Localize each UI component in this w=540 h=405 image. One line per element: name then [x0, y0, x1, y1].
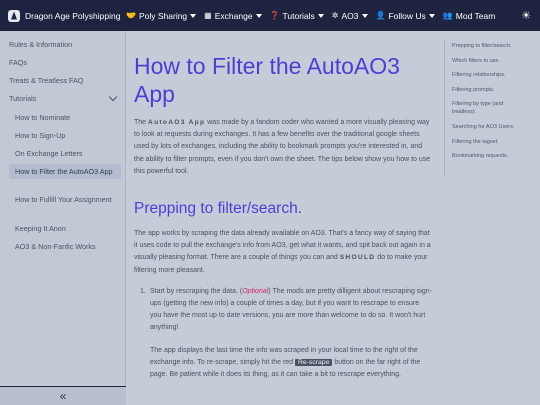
top-navbar: Dragon Age Polyshipping 🤝 Poly Sharing ▦ Ex…: [0, 0, 540, 31]
sidebar-item-non-fanfic[interactable]: AO3 & Non-Fanfic Works: [0, 242, 126, 251]
collapse-sidebar-button[interactable]: «: [0, 386, 126, 405]
nav-item-tutorials[interactable]: ❓ Tutorials: [266, 11, 328, 21]
sidebar-item-exchange-letters[interactable]: On Exchange Letters: [0, 149, 126, 158]
user-plus-icon: 👤: [375, 11, 386, 20]
caret-down-icon: [317, 13, 324, 18]
rescrape-button-label: Re-scrape: [295, 358, 333, 366]
sidebar-item-keeping-anon[interactable]: Keeping It Anon: [0, 224, 126, 233]
sidebar-item-rules[interactable]: Rules & Information: [0, 40, 126, 49]
sidebar-item-nominate[interactable]: How to Nominate: [0, 113, 126, 122]
sidebar-item-filter-autoao3[interactable]: How to Filter the AutoAO3 App: [9, 164, 121, 179]
caret-down-icon: [190, 13, 197, 18]
sidebar-item-treats-faq[interactable]: Treats & Treatless FAQ: [0, 76, 126, 85]
handshake-icon: 🤝: [126, 11, 136, 20]
nav-label: Tutorials: [282, 10, 315, 21]
toc-link[interactable]: Which filters to use.: [444, 57, 524, 65]
main-content: How to Filter the AutoAO3 App The AutoAO…: [126, 31, 444, 405]
section-heading: Prepping to filter/search.: [134, 200, 303, 218]
nav-label: Mod Team: [455, 10, 496, 21]
list-item: 1. Start by rescraping the data. (Option…: [134, 286, 432, 381]
toc-link[interactable]: Filtering by type (and treatless).: [444, 100, 524, 116]
main-nav: 🤝 Poly Sharing ▦ Exchange ❓ Tutorials ✲ AO3 👤 Fol…: [122, 11, 499, 21]
rescrape-paragraph: The app displays the last time the info …: [150, 346, 421, 379]
intro-paragraph: The AutoAO3 App was made by a fandom cod…: [134, 119, 431, 175]
sidebar-item-label: Tutorials: [9, 94, 37, 103]
toc-link[interactable]: Bookmarking requests.: [444, 152, 524, 160]
list-number: 1.: [140, 287, 146, 295]
sidebar-item-tutorials[interactable]: Tutorials: [0, 92, 126, 103]
nav-label: AO3: [341, 10, 359, 21]
table-of-contents: Prepping to filter/search. Which filters …: [444, 31, 540, 405]
nav-label: Exchange: [214, 10, 253, 21]
dragon-logo-icon: [8, 9, 20, 22]
sidebar: Rules & Information FAQs Treats & Treatl…: [0, 31, 126, 405]
toc-link[interactable]: Filtering prompts.: [444, 86, 524, 94]
sidebar-item-fulfill-assignment[interactable]: How to Fulfill Your Assignment: [0, 195, 126, 204]
ao3-icon: ✲: [331, 11, 339, 20]
brand-link[interactable]: Dragon Age Polyshipping: [0, 9, 122, 22]
sun-icon[interactable]: ☀: [521, 9, 531, 22]
sidebar-item-sign-up[interactable]: How to Sign-Up: [0, 131, 126, 140]
nav-item-ao3[interactable]: ✲ AO3: [328, 11, 372, 21]
toc-link[interactable]: Filtering the tagset.: [444, 138, 524, 146]
optional-label: Optional: [242, 287, 269, 295]
toc-divider: [444, 40, 445, 175]
nav-label: Poly Sharing: [138, 10, 188, 21]
sidebar-item-faqs[interactable]: FAQs: [0, 58, 126, 67]
nav-label: Follow Us: [388, 10, 426, 21]
toc-link[interactable]: Filtering relationships.: [444, 71, 524, 79]
caret-down-icon: [361, 13, 368, 18]
caret-down-icon: [255, 13, 262, 18]
caret-down-icon: [428, 13, 435, 18]
section-paragraph: The app works by scraping the data alrea…: [134, 230, 431, 274]
question-icon: ❓: [269, 11, 280, 20]
toc-link[interactable]: Prepping to filter/search.: [444, 42, 524, 50]
toc-link[interactable]: Searching for AO3 Users.: [444, 123, 524, 131]
nav-item-exchange[interactable]: ▦ Exchange: [200, 11, 265, 21]
page-title: How to Filter the AutoAO3 App: [134, 53, 400, 107]
nav-item-poly-sharing[interactable]: 🤝 Poly Sharing: [122, 11, 200, 21]
emphasis-should: SHOULD: [339, 254, 376, 262]
app-name: AutoAO3 App: [148, 119, 206, 126]
nav-item-mod-team[interactable]: 👥 Mod Team: [439, 11, 500, 21]
chevron-down-icon[interactable]: [108, 92, 118, 102]
double-chevron-left-icon: «: [59, 389, 67, 403]
nav-item-follow-us[interactable]: 👤 Follow Us: [372, 11, 439, 21]
gift-icon: ▦: [204, 11, 212, 20]
users-icon: 👥: [442, 11, 453, 20]
site-title: Dragon Age Polyshipping: [25, 10, 121, 21]
